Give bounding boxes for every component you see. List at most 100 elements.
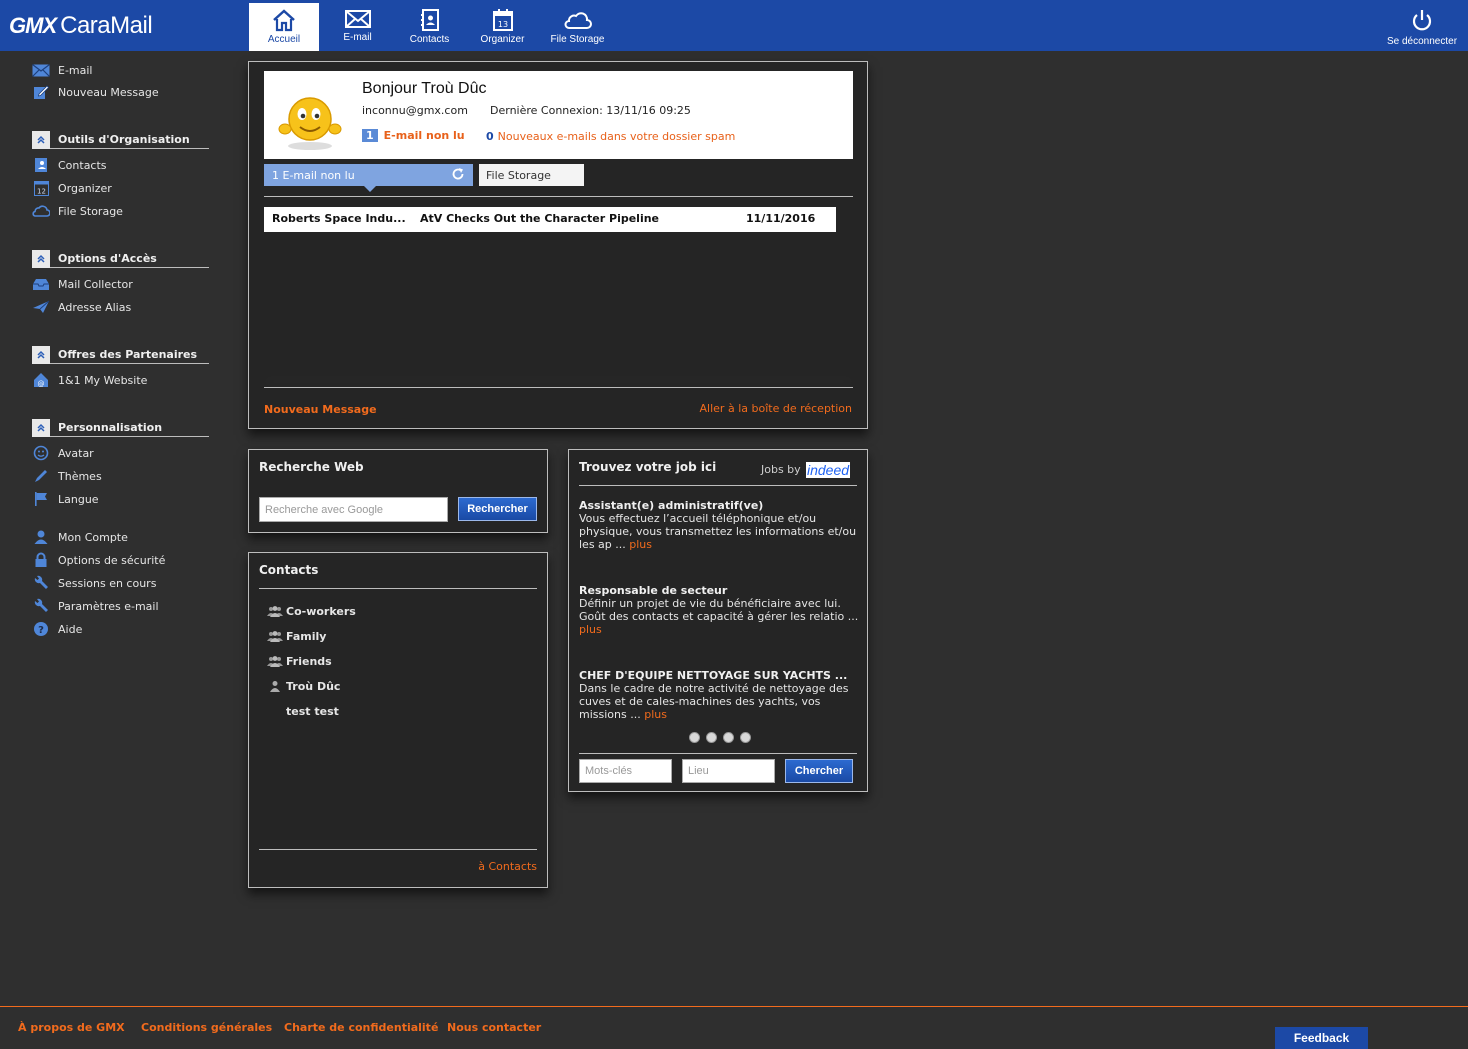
sidebar-item-themes[interactable]: Thèmes xyxy=(32,466,102,486)
indeed-logo[interactable]: indeed xyxy=(806,462,851,478)
tab-file-storage[interactable]: File Storage xyxy=(479,164,584,186)
contact-label: Co-workers xyxy=(286,604,356,618)
envelope-icon xyxy=(32,62,50,78)
flag-icon xyxy=(32,491,50,507)
sidebar-item-email[interactable]: E-mail xyxy=(32,60,93,80)
nav-label-accueil: Accueil xyxy=(267,34,301,45)
sidebar-item-label: Aide xyxy=(58,622,83,636)
sidebar-item-alias[interactable]: Adresse Alias xyxy=(32,297,131,317)
sidebar-item-mon-compte[interactable]: Mon Compte xyxy=(32,527,128,547)
contact-person[interactable]: Troù Dûc xyxy=(267,677,340,695)
footer-link-privacy[interactable]: Charte de confidentialité xyxy=(284,1021,438,1034)
divider xyxy=(264,196,853,197)
nav-tab-file-storage[interactable]: File Storage xyxy=(549,3,606,51)
collapse-chevron-icon xyxy=(32,345,50,364)
nav-label-contacts: Contacts xyxy=(409,34,450,45)
job-search-button[interactable]: Chercher xyxy=(785,759,853,783)
divider xyxy=(259,588,537,589)
brush-icon xyxy=(32,468,50,484)
carousel-dot[interactable] xyxy=(706,732,717,743)
gmx-logo[interactable]: GMX CaraMail xyxy=(9,12,153,40)
job-more-link[interactable]: plus xyxy=(644,708,667,721)
spam-link[interactable]: 0 Nouveaux e-mails dans votre dossier spa… xyxy=(486,130,735,143)
sidebar-item-sessions[interactable]: Sessions en cours xyxy=(32,573,156,593)
job-keywords-input[interactable]: Mots-clés xyxy=(579,759,672,783)
contacts-book-icon xyxy=(420,9,439,31)
nav-tab-contacts[interactable]: Contacts xyxy=(402,3,457,51)
sidebar-item-label: Sessions en cours xyxy=(58,576,157,590)
job-more-link[interactable]: plus xyxy=(629,538,652,551)
footer-link-contact[interactable]: Nous contacter xyxy=(447,1021,541,1034)
contact-label: Family xyxy=(286,629,327,643)
nav-tab-organizer[interactable]: 13 Organizer xyxy=(475,3,530,51)
web-search-input[interactable]: Recherche avec Google xyxy=(259,497,448,522)
group-icon xyxy=(267,630,283,642)
carousel-dot[interactable] xyxy=(723,732,734,743)
sidebar-item-securite[interactable]: Options de sécurité xyxy=(32,550,165,570)
inbox-tray-icon xyxy=(32,276,50,292)
sidebar-item-contacts[interactable]: Contacts xyxy=(32,155,107,175)
email-row[interactable]: Roberts Space Indu... AtV Checks Out the… xyxy=(264,207,836,232)
footer-link-about[interactable]: À propos de GMX xyxy=(18,1021,125,1034)
sidebar-item-new-message[interactable]: Nouveau Message xyxy=(32,82,159,102)
tab-unread-emails[interactable]: 1 E-mail non lu xyxy=(264,164,473,192)
sidebar-section-acces[interactable]: Options d'Accès xyxy=(32,249,209,268)
sidebar-section-title: Outils d'Organisation xyxy=(58,133,190,146)
svg-text:?: ? xyxy=(38,625,44,636)
feedback-button[interactable]: Feedback xyxy=(1275,1027,1368,1049)
welcome-panel: Bonjour Troù Dûc inconnu@gmx.com Dernièr… xyxy=(248,61,868,429)
contact-group-friends[interactable]: Friends xyxy=(267,652,332,670)
sidebar-section-partenaires[interactable]: Offres des Partenaires xyxy=(32,345,209,364)
group-icon xyxy=(267,605,283,617)
contact-person[interactable]: test test xyxy=(267,702,339,720)
refresh-icon[interactable] xyxy=(451,167,465,181)
logout-button[interactable]: Se déconnecter xyxy=(1384,5,1460,47)
carousel-dot[interactable] xyxy=(740,732,751,743)
unread-link[interactable]: 1 E-mail non lu xyxy=(362,129,465,142)
sidebar-item-label: Options de sécurité xyxy=(58,553,166,567)
sidebar-item-my-website[interactable]: @ 1&1 My Website xyxy=(32,370,147,390)
sidebar-item-aide[interactable]: ? Aide xyxy=(32,619,82,639)
sidebar-section-outils[interactable]: Outils d'Organisation xyxy=(32,130,209,149)
web-search-button[interactable]: Rechercher xyxy=(458,497,537,521)
sidebar-item-label: Thèmes xyxy=(58,469,102,483)
tab-unread-label: 1 E-mail non lu xyxy=(272,168,355,182)
logout-label: Se déconnecter xyxy=(1386,36,1458,47)
nav-label-email: E-mail xyxy=(343,32,372,43)
job-description: Vous effectuez l’accueil téléphonique et… xyxy=(579,512,857,551)
job-title[interactable]: Assistant(e) administratif(ve) xyxy=(579,499,763,512)
new-message-link[interactable]: Nouveau Message xyxy=(264,403,377,416)
job-title[interactable]: CHEF D'EQUIPE NETTOYAGE SUR YACHTS ... xyxy=(579,669,847,682)
cloud-icon xyxy=(32,203,50,219)
collapse-chevron-icon xyxy=(32,418,50,437)
nav-tab-email[interactable]: E-mail xyxy=(330,3,385,51)
power-icon xyxy=(1412,10,1432,31)
nav-tab-accueil[interactable]: Accueil xyxy=(249,3,319,51)
nav-label-organizer: Organizer xyxy=(480,34,525,45)
web-search-panel: Recherche Web Recherche avec Google Rech… xyxy=(248,449,548,533)
footer-divider xyxy=(0,1006,1468,1007)
sidebar-item-label: Contacts xyxy=(58,158,107,172)
sidebar-section-personnalisation[interactable]: Personnalisation xyxy=(32,418,209,437)
go-to-inbox-link[interactable]: Aller à la boîte de réception xyxy=(700,402,852,415)
contact-label: Troù Dûc xyxy=(286,679,341,693)
sidebar-item-avatar[interactable]: Avatar xyxy=(32,443,94,463)
sidebar-item-parametres[interactable]: Paramètres e-mail xyxy=(32,596,159,616)
sidebar-item-langue[interactable]: Langue xyxy=(32,489,99,509)
job-title[interactable]: Responsable de secteur xyxy=(579,584,727,597)
footer-link-terms[interactable]: Conditions générales xyxy=(141,1021,272,1034)
svg-text:12: 12 xyxy=(37,187,46,195)
spam-label: Nouveaux e-mails dans votre dossier spam xyxy=(497,130,736,143)
sidebar-item-organizer[interactable]: 12 Organizer xyxy=(32,178,112,198)
job-description: Définir un projet de vie du bénéficiaire… xyxy=(579,597,859,636)
sidebar-item-file-storage[interactable]: File Storage xyxy=(32,201,123,221)
contacts-link[interactable]: à Contacts xyxy=(478,860,537,873)
job-more-link[interactable]: plus xyxy=(579,623,602,636)
sidebar-item-mail-collector[interactable]: Mail Collector xyxy=(32,274,133,294)
user-email: inconnu@gmx.com xyxy=(362,104,468,117)
job-location-input[interactable]: Lieu xyxy=(682,759,775,783)
contact-group-family[interactable]: Family xyxy=(267,627,326,645)
carousel-dot[interactable] xyxy=(689,732,700,743)
contact-group-coworkers[interactable]: Co-workers xyxy=(267,602,356,620)
wrench-icon xyxy=(32,575,50,591)
